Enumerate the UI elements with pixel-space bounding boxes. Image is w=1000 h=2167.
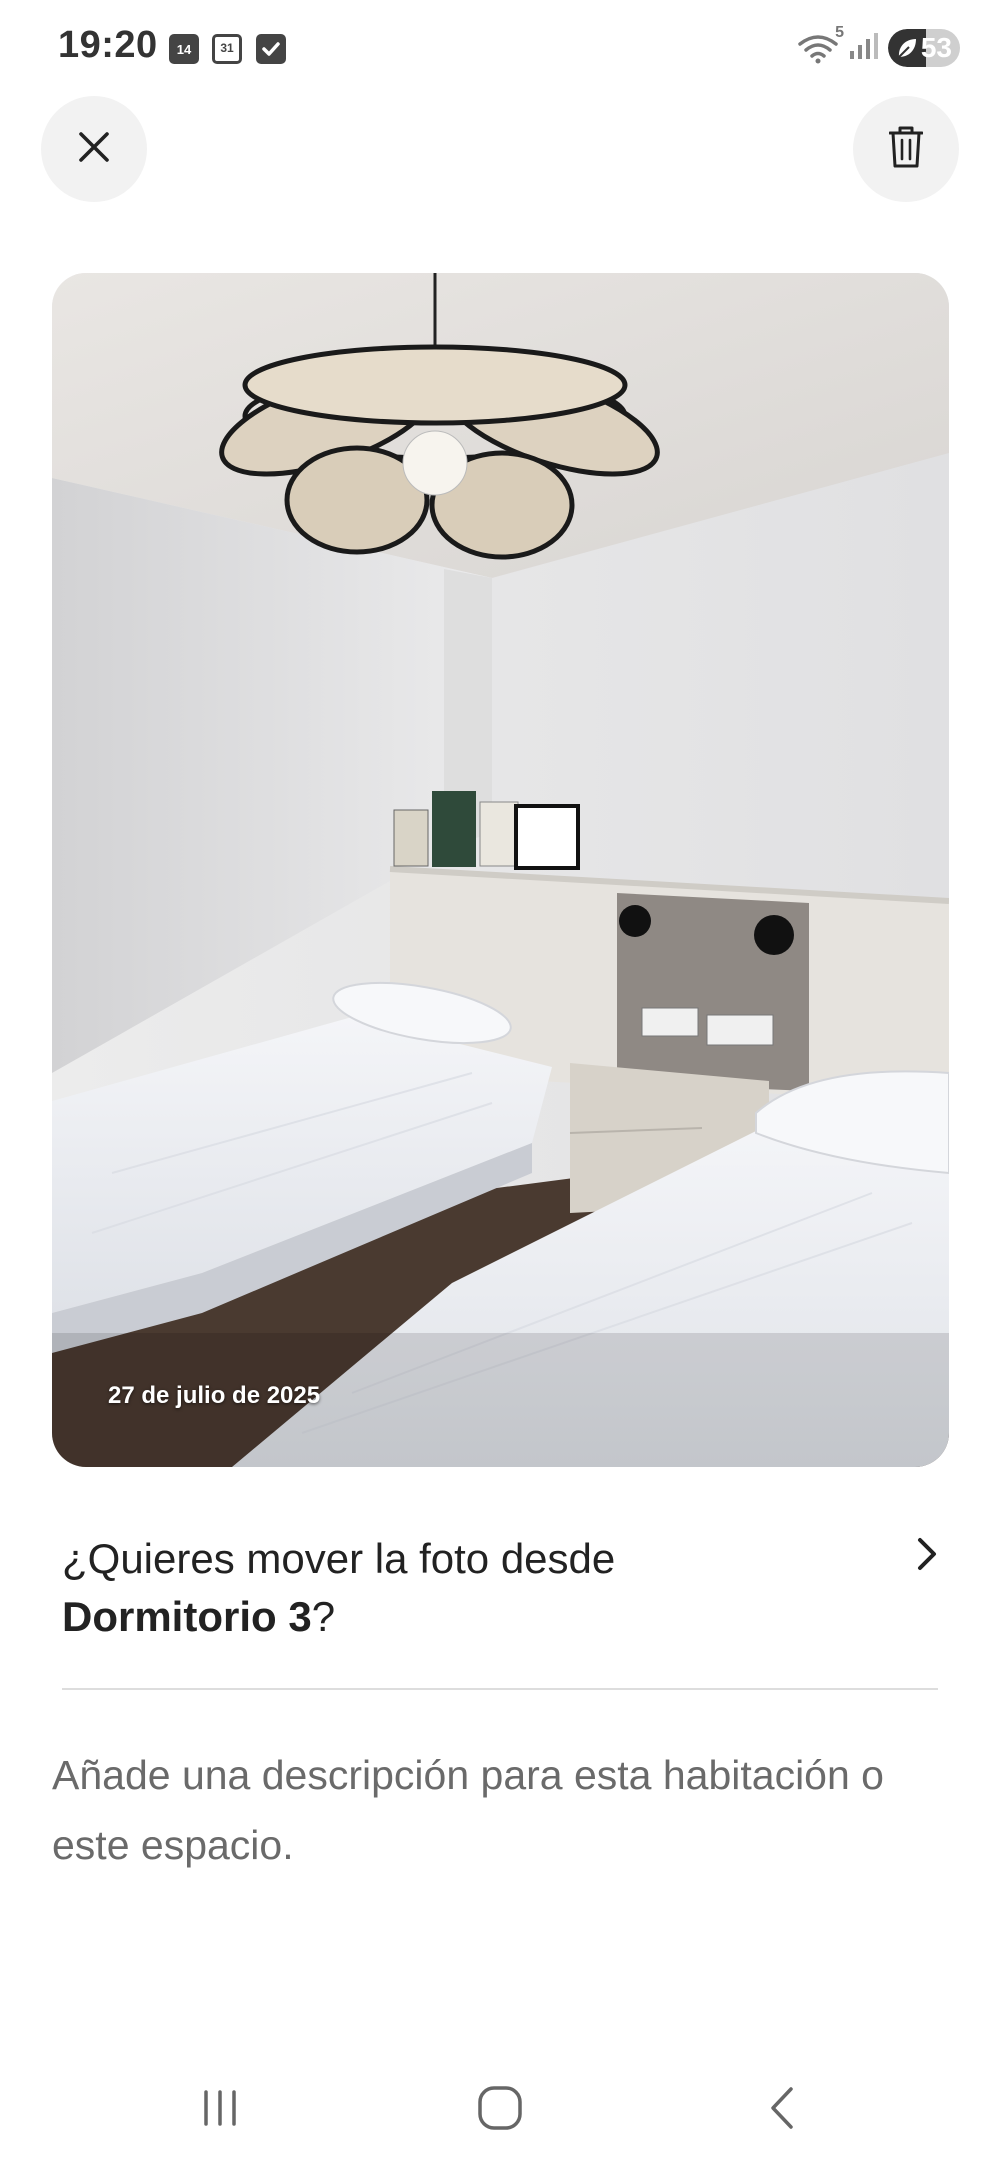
move-photo-question: ¿Quieres mover la foto desde Dormitorio … (62, 1530, 942, 1646)
delete-photo-button[interactable] (853, 96, 959, 202)
chevron-right-icon (914, 1534, 942, 1579)
status-indicators: 5 53 (798, 24, 960, 68)
description-input[interactable]: Añade una descripción para esta habitaci… (52, 1740, 952, 1880)
divider (62, 1688, 938, 1690)
home-icon (477, 2085, 523, 2136)
move-room-name: Dormitorio 3 (62, 1593, 312, 1640)
recent-apps-button[interactable] (180, 2080, 260, 2140)
trash-icon (888, 126, 924, 173)
wifi-label: 5 (835, 24, 844, 41)
wifi-icon: 5 (798, 24, 844, 64)
move-prefix: ¿Quieres mover la foto desde (62, 1535, 616, 1582)
move-suffix: ? (311, 1593, 336, 1640)
back-icon (765, 2085, 799, 2136)
recent-apps-icon (198, 2086, 242, 2135)
battery-percent: 53 (920, 32, 952, 63)
calendar-31-icon: 31 (212, 34, 242, 64)
room-photo[interactable]: 27 de julio de 2025 (52, 273, 949, 1467)
navigation-bar (0, 2060, 1000, 2160)
signal-icon (848, 31, 878, 66)
back-button[interactable] (742, 2080, 822, 2140)
calendar-14-icon: 14 (169, 34, 199, 64)
status-bar: 19:20 14 31 5 53 (0, 0, 1000, 96)
move-photo-row[interactable]: ¿Quieres mover la foto desde Dormitorio … (62, 1530, 942, 1650)
checkbox-icon (256, 34, 286, 64)
close-button[interactable] (41, 96, 147, 202)
battery-indicator: 53 (888, 29, 960, 67)
bedroom-illustration (52, 273, 949, 1467)
photo-date: 27 de julio de 2025 (108, 1382, 321, 1409)
home-button[interactable] (460, 2080, 540, 2140)
status-time: 19:20 (58, 24, 158, 66)
close-icon (76, 129, 112, 170)
battery-leaf-icon (896, 36, 918, 65)
